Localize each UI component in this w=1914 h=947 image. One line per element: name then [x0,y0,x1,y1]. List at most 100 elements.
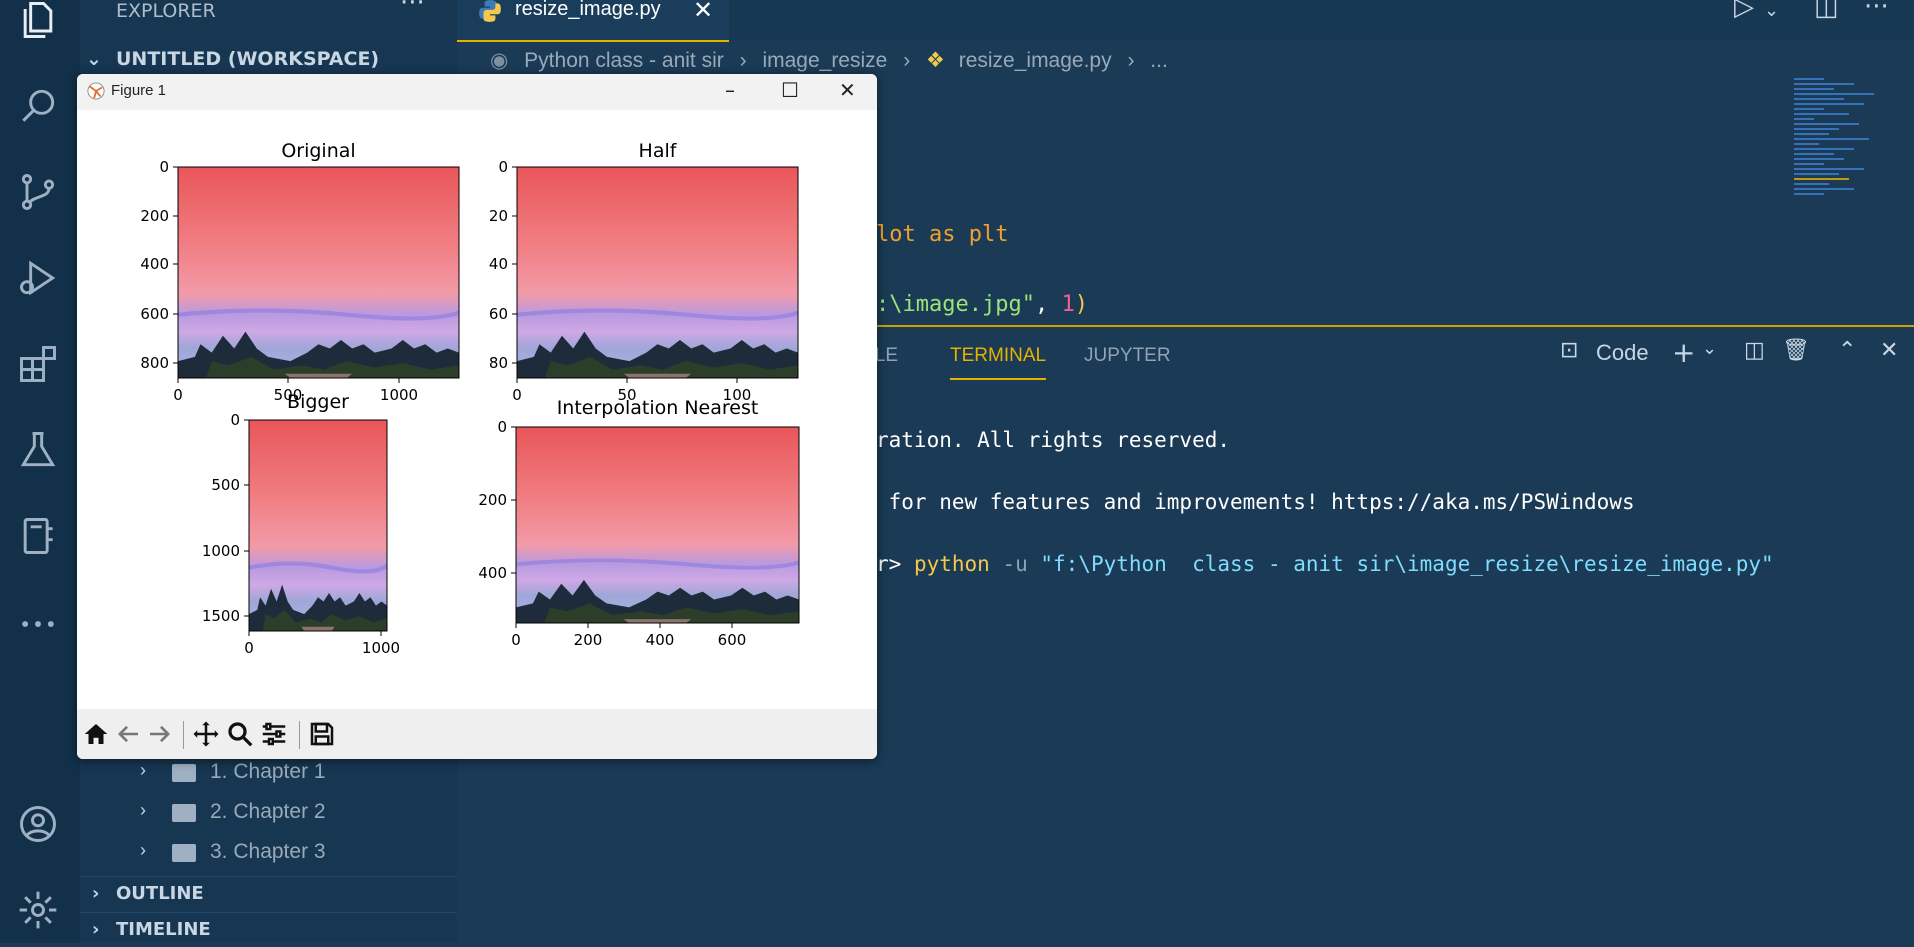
breadcrumb-file[interactable]: resize_image.py [959,49,1112,72]
activity-bar [0,0,80,943]
explorer-title: EXPLORER [116,0,216,22]
workspace-header[interactable]: ⌄ UNTITLED (WORKSPACE) [80,46,457,76]
terminal-path: "f:\Python class - anit sir\image_resize… [1040,552,1774,576]
code-line[interactable]: :\image.jpg", 1) [876,292,1088,317]
tree-item-label: 3. Chapter 3 [210,840,326,863]
y-tick-label: 400 [478,564,507,582]
workspace-title: UNTITLED (WORKSPACE) [116,48,380,70]
notebook-icon[interactable] [14,512,62,560]
workspace-icon: ◉ [490,49,509,72]
breadcrumb: ◉ Python class - anit sir › image_resize… [490,49,1168,72]
code-line[interactable]: lot as plt [876,222,1008,247]
y-tick-label: 400 [140,255,169,273]
explorer-more-actions[interactable]: ··· [400,0,425,18]
subplot-image [249,420,387,631]
more-actions-icon[interactable]: ··· [1864,0,1889,22]
y-tick-label: 20 [489,207,508,225]
maximize-icon[interactable]: ☐ [781,78,799,102]
subplot-image [517,167,798,378]
y-tick-label: 0 [230,411,240,429]
settings-gear-icon[interactable] [14,886,62,934]
back-arrow-icon[interactable] [113,719,143,749]
x-tick-label: 0 [244,639,254,657]
chevron-down-icon[interactable]: ⌄ [1702,338,1717,359]
subplot-axes: Half0 50 100020406080 [489,140,799,404]
chevron-down-icon[interactable]: ⌄ [1764,0,1779,21]
close-panel-icon[interactable]: ✕ [1880,338,1898,363]
close-icon[interactable]: ✕ [839,78,856,102]
more-icon[interactable] [14,600,62,648]
minimize-icon[interactable]: – [725,78,735,102]
tree-item-chapter-2[interactable]: › 2. Chapter 2 [140,798,440,832]
tree-item-chapter-3[interactable]: › 3. Chapter 3 [140,838,440,872]
tree-item-chapter-1[interactable]: › 1. Chapter 1 [140,758,440,792]
testing-icon[interactable] [14,426,62,474]
account-icon[interactable] [14,800,62,848]
y-tick-label: 60 [489,305,508,323]
figure-window[interactable]: Figure 1 – ☐ ✕ Original 0 500 1000 0 200… [77,74,877,759]
subplot-title: Half [639,140,678,162]
tab-terminal[interactable]: TERMINAL [950,345,1047,380]
configure-subplots-icon[interactable] [259,719,289,749]
terminal-flag: -u [989,552,1041,576]
explorer-icon[interactable] [14,0,62,44]
search-icon[interactable] [14,82,62,130]
home-icon[interactable] [81,719,111,749]
outline-section[interactable]: › OUTLINE [80,876,457,911]
close-icon[interactable]: ✕ [693,0,713,24]
terminal-shell-label[interactable]: Code [1596,340,1649,366]
python-file-icon: ❖ [926,49,945,72]
trash-icon[interactable]: 🗑 [1782,338,1810,363]
y-tick-label: 500 [211,476,240,494]
tab-resize-image[interactable]: resize_image.py ✕ [457,0,729,42]
subplot-axes: Bigger 0 1000 0 500 1000 1500 [202,391,400,657]
tab-jupyter[interactable]: JUPYTER [1084,345,1171,367]
run-icon[interactable]: ▷ [1734,0,1754,22]
subplot-title: Original [281,140,355,162]
split-editor-icon[interactable]: ◫ [1814,0,1839,22]
source-control-icon[interactable] [14,168,62,216]
code-punct: , [1034,292,1062,317]
forward-arrow-icon[interactable] [145,719,175,749]
code-paren: ) [1074,292,1088,317]
chevron-right-icon: › [140,800,146,820]
timeline-section[interactable]: › TIMELINE [80,912,457,947]
code-number: 1 [1061,292,1075,317]
minimap[interactable] [1794,78,1904,303]
breadcrumb-symbols[interactable]: ... [1150,49,1168,72]
subplot-title: Bigger [287,391,349,413]
chevron-right-icon: › [92,919,100,940]
figure-title: Figure 1 [111,82,167,99]
subplot-image [178,167,459,378]
extensions-icon[interactable] [14,340,62,388]
breadcrumb-subfolder[interactable]: image_resize [762,49,887,72]
x-tick-label: 1000 [362,639,400,657]
figure-toolbar [77,709,877,759]
breadcrumb-folder[interactable]: Python class - anit sir [524,49,724,72]
zoom-magnifier-icon[interactable] [225,719,255,749]
matplotlib-logo-icon [87,82,105,100]
tree-item-label: 2. Chapter 2 [210,800,326,823]
python-file-icon [479,0,501,22]
terminal-prompt: r> [876,552,914,576]
folder-icon [172,764,196,782]
y-tick-label: 200 [140,207,169,225]
save-disk-icon[interactable] [307,719,337,749]
chevron-down-icon: ⌄ [86,48,102,70]
figure-canvas[interactable]: Original 0 500 1000 0 200 400 600 800 Half 0 50 100 0… [77,110,877,709]
y-tick-label: 80 [489,354,508,372]
editor-tab-bar: resize_image.py ✕ ▷ ⌄ ◫ ··· [457,0,1914,42]
figure-titlebar[interactable]: Figure 1 – ☐ ✕ [77,74,877,110]
maximize-panel-icon[interactable]: ⌃ [1838,338,1856,363]
pan-move-icon[interactable] [191,719,221,749]
y-tick-label: 1000 [202,542,240,560]
subplot-axes: Interpolation Nearest 0 200 400 600 0 200 400 [478,397,800,649]
y-tick-label: 0 [159,158,169,176]
code-string: :\image.jpg" [876,292,1035,317]
run-debug-icon[interactable] [14,254,62,302]
split-terminal-icon[interactable]: ◫ [1744,338,1765,363]
y-tick-label: 1500 [202,607,240,625]
y-tick-label: 40 [489,255,508,273]
new-terminal-icon[interactable]: + [1672,336,1695,369]
timeline-title: TIMELINE [116,919,211,940]
